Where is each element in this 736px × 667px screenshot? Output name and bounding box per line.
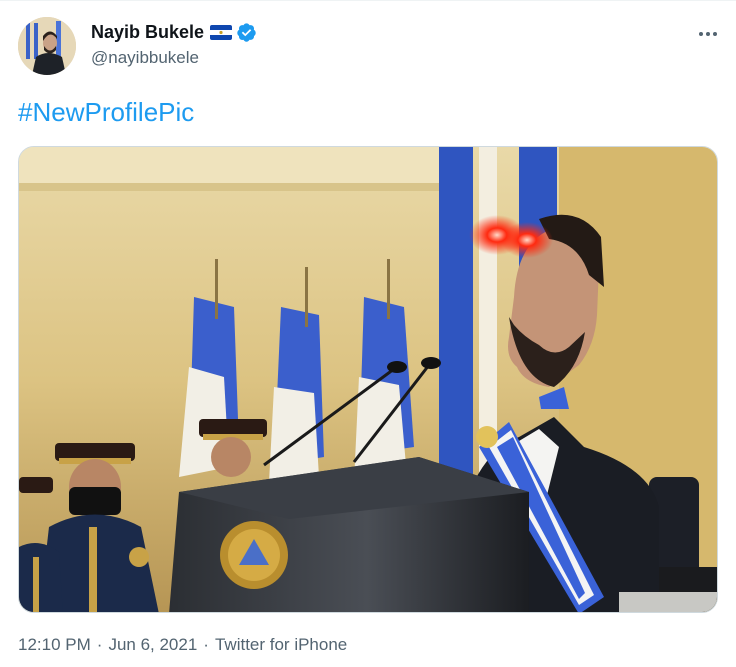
verified-badge-icon (236, 22, 257, 43)
more-dots-icon (699, 32, 717, 36)
tweet-photo[interactable] (18, 146, 718, 613)
more-options-button[interactable] (696, 22, 720, 46)
separator: · (96, 635, 103, 654)
el-salvador-flag-icon (210, 24, 233, 40)
hashtag-link[interactable]: #NewProfilePic (18, 97, 194, 128)
tweet-date[interactable]: Jun 6, 2021 (108, 635, 197, 655)
avatar[interactable] (18, 17, 76, 75)
tweet-source[interactable]: Twitter for iPhone (215, 635, 347, 655)
tweet-card: Nayib Bukele @nayibbukele #NewProfilePic… (0, 0, 736, 667)
author-handle[interactable]: @nayibbukele (91, 48, 199, 68)
display-name[interactable]: Nayib Bukele (91, 22, 204, 43)
tweet-metadata: 12:10 PM · Jun 6, 2021 · Twitter for iPh… (18, 635, 347, 655)
tweet-time[interactable]: 12:10 PM (18, 635, 91, 655)
divider (0, 0, 736, 1)
separator: · (203, 635, 209, 654)
author-name-row[interactable]: Nayib Bukele (91, 20, 257, 44)
